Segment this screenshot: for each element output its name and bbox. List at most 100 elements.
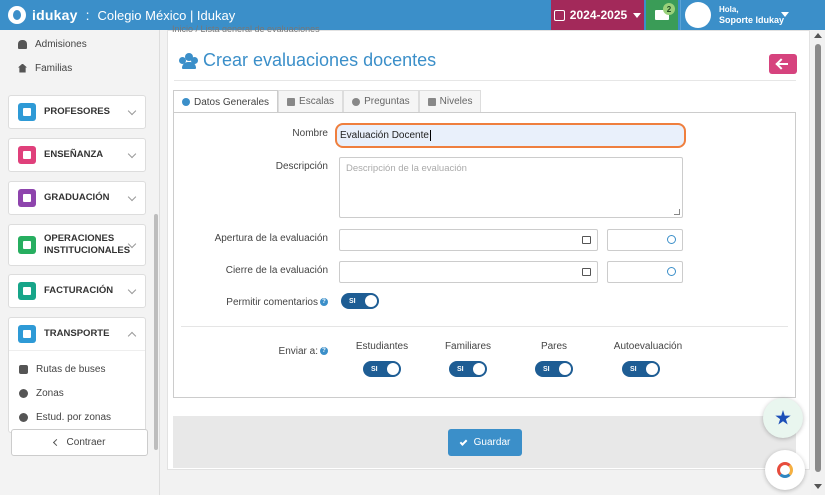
sidebar-menu-ensenanza[interactable]: ENSEÑANZA: [8, 138, 146, 172]
tab-preguntas[interactable]: Preguntas: [343, 90, 419, 112]
scroll-down-icon[interactable]: [814, 484, 822, 489]
closing-time-field[interactable]: [607, 261, 683, 283]
tab-niveles[interactable]: Niveles: [418, 90, 482, 112]
toggle-knob: [559, 363, 571, 375]
sidebar-item-zonas[interactable]: Zonas: [9, 381, 145, 405]
assistant-logo-icon: [777, 462, 793, 478]
star-icon: [775, 410, 791, 425]
messages-button[interactable]: 2: [646, 0, 678, 30]
sidebar-item-label: Admisiones: [35, 38, 87, 50]
user-menu-button[interactable]: Hola, Soporte Idukay: [680, 0, 797, 30]
help-icon[interactable]: ?: [320, 347, 328, 356]
check-icon: [459, 437, 468, 446]
arrow-left-icon: [778, 63, 788, 65]
sidebar-menu-operaciones-institucionales[interactable]: OPERACIONES INSTITUCIONALES: [8, 224, 146, 266]
sidebar-scrollbar[interactable]: [154, 214, 158, 450]
toggle-label: SI: [457, 365, 464, 373]
name-field[interactable]: Evaluación Docente: [335, 123, 686, 148]
sidebar-item-familias[interactable]: Familias: [8, 56, 146, 80]
toggle-label: SI: [543, 365, 550, 373]
save-button[interactable]: Guardar: [448, 429, 522, 456]
opening-date-field[interactable]: [339, 229, 598, 251]
scroll-up-icon[interactable]: [814, 33, 822, 38]
calendar-icon[interactable]: [582, 236, 591, 244]
chevron-down-icon: [127, 149, 137, 159]
sidebar-top-items: Admisiones Familias: [8, 32, 146, 80]
tab-label: Escalas: [299, 96, 335, 107]
closing-label: Cierre de la evaluación: [225, 265, 328, 276]
school-year-button[interactable]: 2024-2025: [551, 0, 644, 30]
recipient-label-autoevaluacion: Autoevaluación: [613, 341, 683, 352]
tab-escalas[interactable]: Escalas: [278, 90, 344, 112]
toggle-label: SI: [349, 297, 356, 305]
sidebar-menu-transporte[interactable]: TRANSPORTE Rutas de buses Zonas Estud. p…: [8, 317, 146, 433]
sidebar-item-label: Rutas de buses: [36, 363, 106, 375]
send-to-label: Enviar a:?: [240, 346, 328, 357]
recipient-toggle-familiares[interactable]: SI: [449, 361, 487, 377]
sidebar-item-rutas-de-buses[interactable]: Rutas de buses: [9, 357, 145, 381]
calendar-icon[interactable]: [582, 268, 591, 276]
send-to-label-text: Enviar a:: [278, 346, 318, 357]
sidebar-item-admisiones[interactable]: Admisiones: [8, 32, 146, 56]
comments-label-text: Permitir comentarios: [226, 297, 318, 308]
sidebar-menu-label-line1: OPERACIONES: [44, 233, 115, 244]
recipient-toggle-estudiantes[interactable]: SI: [363, 361, 401, 377]
recipient-toggle-pares[interactable]: SI: [535, 361, 573, 377]
tab-datos-generales[interactable]: Datos Generales: [173, 90, 279, 113]
name-field-value: Evaluación Docente: [340, 130, 429, 141]
collapse-label: Contraer: [66, 437, 106, 448]
users-icon: [178, 52, 198, 69]
favorites-button[interactable]: [763, 398, 803, 438]
recipient-label-estudiantes: Estudiantes: [355, 341, 409, 352]
toggle-knob: [365, 295, 377, 307]
tab-bar: Datos Generales Escalas Preguntas Nivele…: [173, 90, 482, 113]
recipient-toggle-autoevaluacion[interactable]: SI: [622, 361, 660, 377]
collapse-sidebar-button[interactable]: Contraer: [11, 429, 148, 456]
sidebar-menu-label: TRANSPORTE: [44, 328, 110, 339]
help-icon[interactable]: ?: [320, 298, 328, 307]
globe-icon: [19, 388, 28, 398]
sidebar-item-estud-por-zonas[interactable]: Estud. por zonas: [9, 405, 145, 429]
teacher-icon: [18, 103, 36, 121]
sidebar-menu-graduacion[interactable]: GRADUACIÓN: [8, 181, 146, 215]
question-icon: [352, 97, 361, 106]
breadcrumb[interactable]: Inicio / Lista general de evaluaciones: [172, 24, 320, 32]
brand-separator: :: [85, 7, 90, 23]
info-icon: [182, 98, 190, 106]
description-field[interactable]: Descripción de la evaluación: [339, 157, 683, 218]
tab-label: Datos Generales: [194, 96, 270, 108]
school-name: Colegio México | Idukay: [97, 7, 236, 23]
caret-down-icon: [781, 12, 789, 17]
sidebar-menu-facturacion[interactable]: FACTURACIÓN: [8, 274, 146, 308]
clock-icon[interactable]: [667, 267, 676, 276]
bus-icon: [18, 325, 36, 343]
back-button[interactable]: [769, 54, 797, 74]
book-icon: [18, 146, 36, 164]
page-header: Crear evaluaciones docentes: [178, 50, 436, 71]
brand[interactable]: idukay : Colegio México | Idukay: [8, 6, 235, 24]
people-icon: [18, 39, 27, 49]
closing-date-field[interactable]: [339, 261, 598, 283]
chevron-down-icon: [127, 106, 137, 116]
brand-name: idukay: [32, 7, 78, 23]
chat-icon: [18, 236, 36, 254]
save-label: Guardar: [473, 437, 511, 448]
clock-icon[interactable]: [667, 235, 676, 244]
opening-label: Apertura de la evaluación: [214, 233, 328, 244]
sidebar-item-label: Zonas: [36, 387, 64, 399]
resize-handle-icon[interactable]: [674, 209, 680, 215]
caret-down-icon: [633, 12, 642, 18]
sidebar-menu-profesores[interactable]: PROFESORES: [8, 95, 146, 129]
opening-time-field[interactable]: [607, 229, 683, 251]
calendar-icon: [553, 9, 565, 21]
assistant-button[interactable]: [765, 450, 805, 490]
description-placeholder: Descripción de la evaluación: [346, 163, 467, 174]
user-name: Soporte Idukay: [719, 15, 785, 25]
page-title: Crear evaluaciones docentes: [203, 50, 437, 70]
toggle-knob: [387, 363, 399, 375]
tab-label: Preguntas: [364, 96, 410, 107]
comments-toggle[interactable]: SI: [341, 293, 379, 309]
page-scrollbar-thumb[interactable]: [815, 44, 821, 472]
chevron-up-icon: [127, 331, 137, 341]
chevron-down-icon: [127, 192, 137, 202]
